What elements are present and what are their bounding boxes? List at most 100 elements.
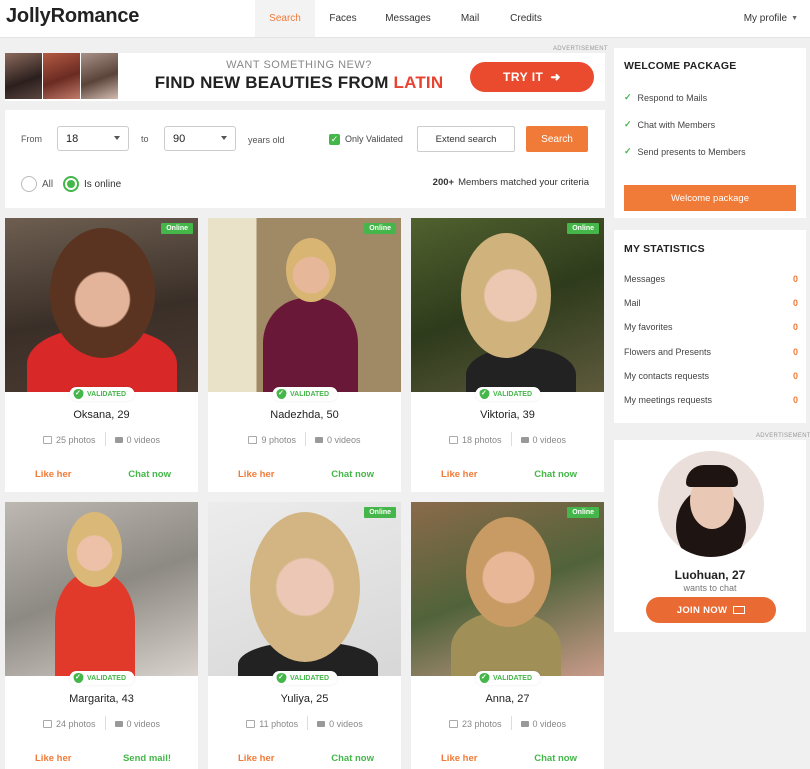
online-badge: Online	[567, 223, 599, 234]
video-count: 0 videos	[329, 719, 363, 729]
profile-photo[interactable]	[411, 218, 604, 392]
promo-name: Luohuan, 27	[674, 568, 746, 582]
video-count: 0 videos	[532, 719, 567, 729]
like-her-button[interactable]: Like her	[441, 469, 477, 480]
profile-card[interactable]: ✓ VALIDATED Margarita, 43 24 photos 0 vid…	[5, 502, 198, 769]
nav-mail[interactable]: Mail	[448, 0, 492, 37]
profile-photo[interactable]	[208, 218, 401, 392]
top-navbar: JollyRomance Search Faces Messages Mail …	[0, 0, 810, 38]
profile-card[interactable]: Online ✓ VALIDATED Yuliya, 25 11 photos 0…	[208, 502, 401, 769]
profile-card[interactable]: Online ✓ VALIDATED Anna, 27 23 photos 0 v…	[411, 502, 604, 769]
avatar[interactable]	[658, 451, 764, 557]
chat-now-button[interactable]: Chat now	[331, 753, 374, 764]
profile-media-counts: 18 photos 0 videos	[411, 432, 604, 446]
chat-now-button[interactable]: Chat now	[534, 469, 577, 480]
stat-row-meetings[interactable]: My meetings requests 0	[624, 395, 798, 405]
welcome-item-label: Chat with Members	[637, 119, 716, 130]
age-from-select[interactable]: 18	[57, 126, 129, 151]
welcome-package-title: WELCOME PACKAGE	[624, 60, 737, 72]
search-button[interactable]: Search	[526, 126, 588, 152]
photo-icon	[248, 436, 258, 444]
stat-row-messages[interactable]: Messages 0	[624, 274, 798, 284]
banner-headline-text: FIND NEW BEAUTIES FROM	[154, 73, 394, 92]
check-icon: ✓	[624, 146, 632, 156]
photo-icon	[42, 720, 52, 728]
send-mail-button[interactable]: Send mail!	[123, 753, 171, 764]
like-her-button[interactable]: Like her	[238, 469, 274, 480]
stat-row-mail[interactable]: Mail 0	[624, 298, 798, 308]
profile-name[interactable]: Nadezhda, 50	[208, 409, 401, 421]
profile-card[interactable]: Online ✓ VALIDATED Nadezhda, 50 9 photos …	[208, 218, 401, 492]
caret-down-icon	[221, 136, 227, 140]
stat-value: 0	[792, 371, 798, 381]
video-count: 0 videos	[126, 435, 161, 445]
nav-credits[interactable]: Credits	[500, 0, 552, 37]
online-badge: Online	[364, 507, 396, 518]
extend-search-button[interactable]: Extend search	[417, 126, 515, 152]
profile-photo[interactable]	[5, 218, 198, 392]
profile-name[interactable]: Viktoria, 39	[411, 409, 604, 421]
chat-now-button[interactable]: Chat now	[128, 469, 171, 480]
filter-online-radio[interactable]	[63, 176, 79, 192]
photo-count: 9 photos	[261, 435, 296, 445]
caret-down-icon	[114, 136, 120, 140]
profile-card[interactable]: Online ✓ VALIDATED Oksana, 29 25 photos 0…	[5, 218, 198, 492]
online-badge: Online	[567, 507, 599, 518]
stat-value: 0	[792, 395, 798, 405]
online-badge: Online	[161, 223, 193, 234]
stat-label: Mail	[624, 298, 641, 308]
nav-faces[interactable]: Faces	[318, 0, 368, 37]
stat-label: My meetings requests	[624, 395, 713, 405]
nav-search[interactable]: Search	[255, 0, 315, 37]
video-icon	[114, 721, 123, 727]
profile-name[interactable]: Yuliya, 25	[208, 693, 401, 705]
chat-now-button[interactable]: Chat now	[331, 469, 374, 480]
like-her-button[interactable]: Like her	[238, 753, 274, 764]
age-to-select[interactable]: 90	[164, 126, 236, 151]
match-count-text: Members matched your criteria	[458, 177, 589, 188]
profile-name[interactable]: Margarita, 43	[5, 693, 198, 705]
validated-badge: ✓ VALIDATED	[68, 387, 135, 401]
shield-check-icon: ✓	[72, 389, 83, 399]
banner-photo	[81, 53, 118, 99]
promo-subtitle: wants to chat	[683, 583, 737, 593]
profile-card[interactable]: Online ✓ VALIDATED Viktoria, 39 18 photos…	[411, 218, 604, 492]
banner-subtitle: WANT SOMETHING NEW?	[226, 59, 372, 71]
validated-badge: ✓ VALIDATED	[68, 671, 135, 685]
like-her-button[interactable]: Like her	[35, 469, 71, 480]
nav-messages[interactable]: Messages	[376, 0, 440, 37]
profile-photo[interactable]	[208, 502, 401, 676]
stat-row-flowers[interactable]: Flowers and Presents 0	[624, 347, 798, 357]
shield-check-icon: ✓	[275, 673, 286, 683]
site-logo[interactable]: JollyRomance	[6, 5, 139, 28]
video-count: 0 videos	[532, 435, 567, 445]
filter-all-radio[interactable]	[21, 176, 37, 192]
only-validated-checkbox[interactable]: ✓	[329, 134, 340, 145]
stat-row-favorites[interactable]: My favorites 0	[624, 322, 798, 332]
join-now-button[interactable]: JOIN NOW	[646, 597, 776, 623]
like-her-button[interactable]: Like her	[35, 753, 71, 764]
promo-banner[interactable]: WANT SOMETHING NEW? FIND NEW BEAUTIES FR…	[5, 53, 605, 101]
my-profile-menu[interactable]: My profile ▼	[744, 0, 798, 37]
welcome-package-button[interactable]: Welcome package	[624, 185, 796, 211]
stat-label: Messages	[624, 274, 666, 284]
profile-name[interactable]: Anna, 27	[411, 693, 604, 705]
welcome-package-panel: WELCOME PACKAGE ✓ Respond to Mails ✓ Chat …	[614, 48, 806, 218]
banner-photo	[5, 53, 42, 99]
stat-label: Flowers and Presents	[624, 347, 712, 357]
advertisement-label: ADVERTISEMENT	[553, 46, 608, 52]
like-her-button[interactable]: Like her	[441, 753, 477, 764]
validated-label: VALIDATED	[492, 390, 533, 398]
advertisement-label: ADVERTISEMENT	[756, 433, 810, 439]
mail-icon	[733, 606, 746, 614]
profile-photo[interactable]	[5, 502, 198, 676]
validated-label: VALIDATED	[289, 674, 330, 682]
profile-name[interactable]: Oksana, 29	[5, 409, 198, 421]
check-icon: ✓	[624, 92, 632, 102]
stat-row-contacts[interactable]: My contacts requests 0	[624, 371, 798, 381]
from-label: From	[21, 134, 42, 144]
chat-now-button[interactable]: Chat now	[534, 753, 577, 764]
only-validated-label: Only Validated	[345, 134, 403, 144]
try-it-button[interactable]: TRY IT ➜	[470, 62, 594, 92]
profile-photo[interactable]	[411, 502, 604, 676]
